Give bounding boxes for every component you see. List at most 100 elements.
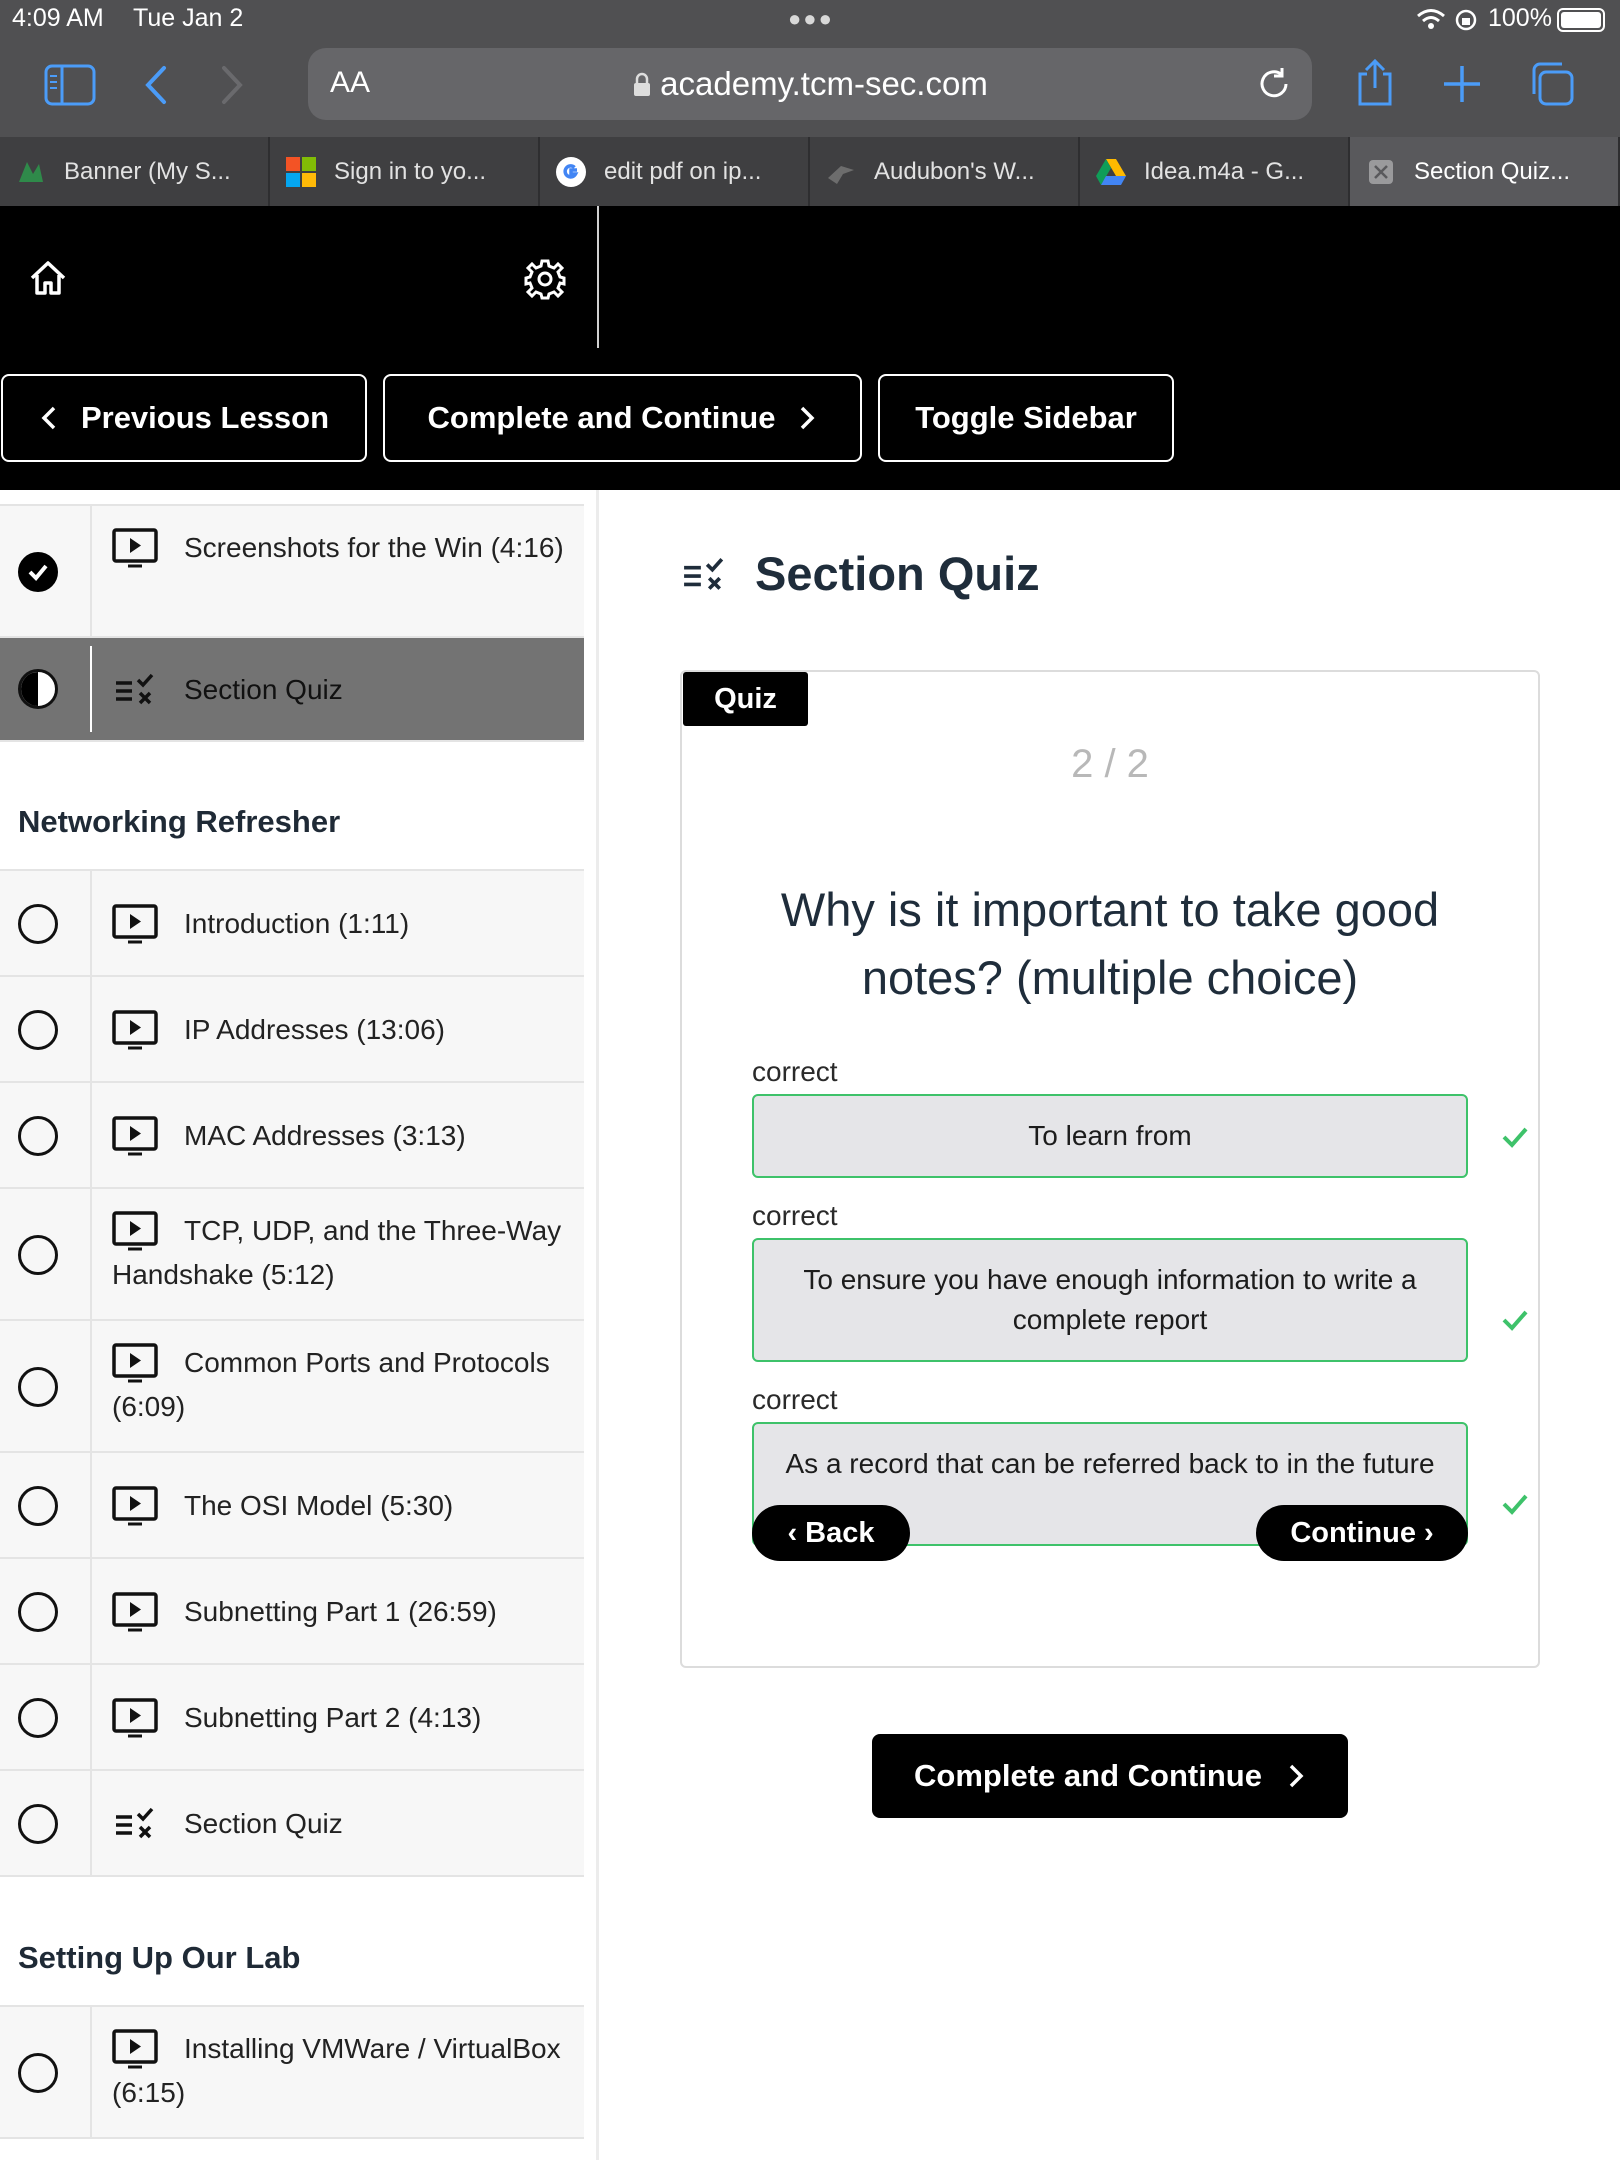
answer-status-label: correct	[752, 1200, 838, 1231]
page-title: Section Quiz	[755, 547, 1040, 600]
toggle-sidebar-button[interactable]: Toggle Sidebar	[878, 374, 1174, 462]
chevron-left-icon	[41, 406, 56, 430]
lesson-title: Section Quiz	[184, 674, 343, 705]
divider	[90, 871, 92, 975]
quiz-progress: 2 / 2	[1071, 742, 1149, 786]
sidebar-lesson-section-quiz[interactable]: Section Quiz	[0, 1771, 584, 1877]
incomplete-circle-icon	[18, 1486, 58, 1526]
divider	[90, 977, 92, 1081]
divider	[90, 1559, 92, 1663]
tab-edit-pdf[interactable]: edit pdf on ip...	[540, 137, 810, 206]
sidebar-lesson-osi-model[interactable]: The OSI Model (5:30)	[0, 1453, 584, 1559]
divider	[90, 1771, 92, 1875]
battery-icon	[1557, 8, 1605, 32]
reload-icon[interactable]	[1256, 66, 1292, 102]
status-date: Tue Jan 2	[133, 4, 244, 32]
divider	[90, 1321, 92, 1451]
tab-label: Audubon's W...	[874, 157, 1035, 185]
sidebar-lesson-screenshots-for-the-win[interactable]: Screenshots for the Win (4:16)	[0, 506, 584, 638]
close-tab-icon[interactable]	[1364, 155, 1398, 189]
sidebar-border	[596, 490, 599, 2160]
audubon-favicon-icon	[824, 155, 858, 189]
tab-microsoft-signin[interactable]: Sign in to yo...	[270, 137, 540, 206]
answer-status-label: correct	[752, 1384, 838, 1415]
tab-label: Idea.m4a - G...	[1144, 157, 1305, 185]
quiz-tag: Quiz	[683, 672, 808, 726]
sidebar-lesson-subnetting-2[interactable]: Subnetting Part 2 (4:13)	[0, 1665, 584, 1771]
lesson-title: Installing VMWare / VirtualBox (6:15)	[112, 2033, 561, 2108]
incomplete-circle-icon	[18, 2053, 58, 2093]
tab-audubon[interactable]: Audubon's W...	[810, 137, 1080, 206]
incomplete-circle-icon	[18, 1116, 58, 1156]
in-progress-icon	[18, 669, 58, 709]
lesson-title: Section Quiz	[184, 1808, 343, 1839]
complete-and-continue-header-button[interactable]: Complete and Continue	[383, 374, 862, 462]
header-divider	[597, 206, 599, 348]
lesson-title: Introduction (1:11)	[184, 908, 410, 939]
tab-banner[interactable]: Banner (My S...	[0, 137, 270, 206]
microsoft-favicon-icon	[284, 155, 318, 189]
tab-label: edit pdf on ip...	[604, 157, 762, 185]
settings-gear-icon[interactable]	[524, 258, 566, 300]
new-tab-icon[interactable]	[1442, 64, 1482, 104]
back-arrow-icon[interactable]	[140, 64, 170, 106]
correct-check-icon	[1502, 1494, 1528, 1515]
previous-lesson-button[interactable]: Previous Lesson	[1, 374, 367, 462]
home-icon[interactable]	[28, 258, 68, 298]
answer-option[interactable]: To ensure you have enough information to…	[752, 1238, 1468, 1362]
lesson-title: Screenshots for the Win (4:16)	[184, 532, 564, 563]
correct-check-icon	[1502, 1127, 1528, 1148]
quiz-continue-button[interactable]: Continue ›	[1256, 1505, 1468, 1561]
incomplete-circle-icon	[18, 1010, 58, 1050]
tab-bar: Banner (My S... Sign in to yo... edit pd…	[0, 137, 1620, 206]
incomplete-circle-icon	[18, 1592, 58, 1632]
divider	[90, 506, 92, 636]
forward-arrow-icon[interactable]	[218, 64, 248, 106]
quiz-back-button[interactable]: ‹ Back	[752, 1505, 910, 1561]
quiz-question: Why is it important to take good notes? …	[780, 883, 1440, 1004]
complete-and-continue-label: Complete and Continue	[914, 1758, 1262, 1793]
multitask-dots-icon[interactable]: ●●●	[788, 6, 834, 32]
sidebar-lesson-tcp-udp-handshake[interactable]: TCP, UDP, and the Three-Way Handshake (5…	[0, 1189, 584, 1321]
lesson-title: IP Addresses (13:06)	[184, 1014, 445, 1045]
tab-google-drive[interactable]: Idea.m4a - G...	[1080, 137, 1350, 206]
divider	[90, 2007, 92, 2137]
share-icon[interactable]	[1354, 58, 1396, 108]
lesson-title: Subnetting Part 2 (4:13)	[184, 1702, 482, 1733]
video-lesson-icon	[112, 1592, 158, 1632]
address-bar[interactable]: AA academy.tcm-sec.com	[308, 48, 1312, 120]
answer-text: To learn from	[1028, 1120, 1192, 1151]
chevron-right-icon	[801, 406, 815, 430]
video-lesson-icon	[112, 904, 158, 944]
video-lesson-icon	[112, 1698, 158, 1738]
tab-section-quiz[interactable]: Section Quiz...	[1350, 137, 1620, 206]
lesson-title: The OSI Model (5:30)	[184, 1490, 454, 1521]
sidebar-lesson-section-quiz-current[interactable]: Section Quiz	[0, 638, 584, 742]
sidebar-toggle-icon[interactable]	[44, 64, 96, 106]
quiz-icon	[684, 558, 724, 590]
divider	[90, 1189, 92, 1319]
incomplete-circle-icon	[18, 904, 58, 944]
incomplete-circle-icon	[18, 1698, 58, 1738]
sidebar-lesson-installing-vmware[interactable]: Installing VMWare / VirtualBox (6:15)	[0, 2007, 584, 2139]
answer-option[interactable]: To learn from	[752, 1094, 1468, 1178]
quiz-icon	[116, 673, 154, 705]
sidebar-lesson-introduction[interactable]: Introduction (1:11)	[0, 871, 584, 977]
sidebar-lesson-ip-addresses[interactable]: IP Addresses (13:06)	[0, 977, 584, 1083]
tab-overview-icon[interactable]	[1528, 60, 1576, 108]
sidebar-lesson-subnetting-1[interactable]: Subnetting Part 1 (26:59)	[0, 1559, 584, 1665]
complete-and-continue-button[interactable]: Complete and Continue	[872, 1734, 1348, 1818]
answer-text: As a record that can be referred back to…	[785, 1448, 1435, 1479]
google-favicon-icon	[554, 155, 588, 189]
sidebar-lesson-mac-addresses[interactable]: MAC Addresses (3:13)	[0, 1083, 584, 1189]
video-lesson-icon	[112, 1486, 158, 1526]
quiz-icon	[116, 1807, 154, 1839]
section-title-networking-refresher: Networking Refresher	[18, 804, 341, 839]
sidebar-lesson-common-ports[interactable]: Common Ports and Protocols (6:09)	[0, 1321, 584, 1453]
lesson-title: Subnetting Part 1 (26:59)	[184, 1596, 497, 1627]
previous-lesson-label: Previous Lesson	[80, 400, 330, 435]
lesson-title: MAC Addresses (3:13)	[184, 1120, 466, 1151]
course-header: Previous Lesson Complete and Continue To…	[0, 206, 1620, 490]
google-drive-favicon-icon	[1094, 155, 1128, 189]
tab-label: Sign in to yo...	[334, 157, 487, 185]
